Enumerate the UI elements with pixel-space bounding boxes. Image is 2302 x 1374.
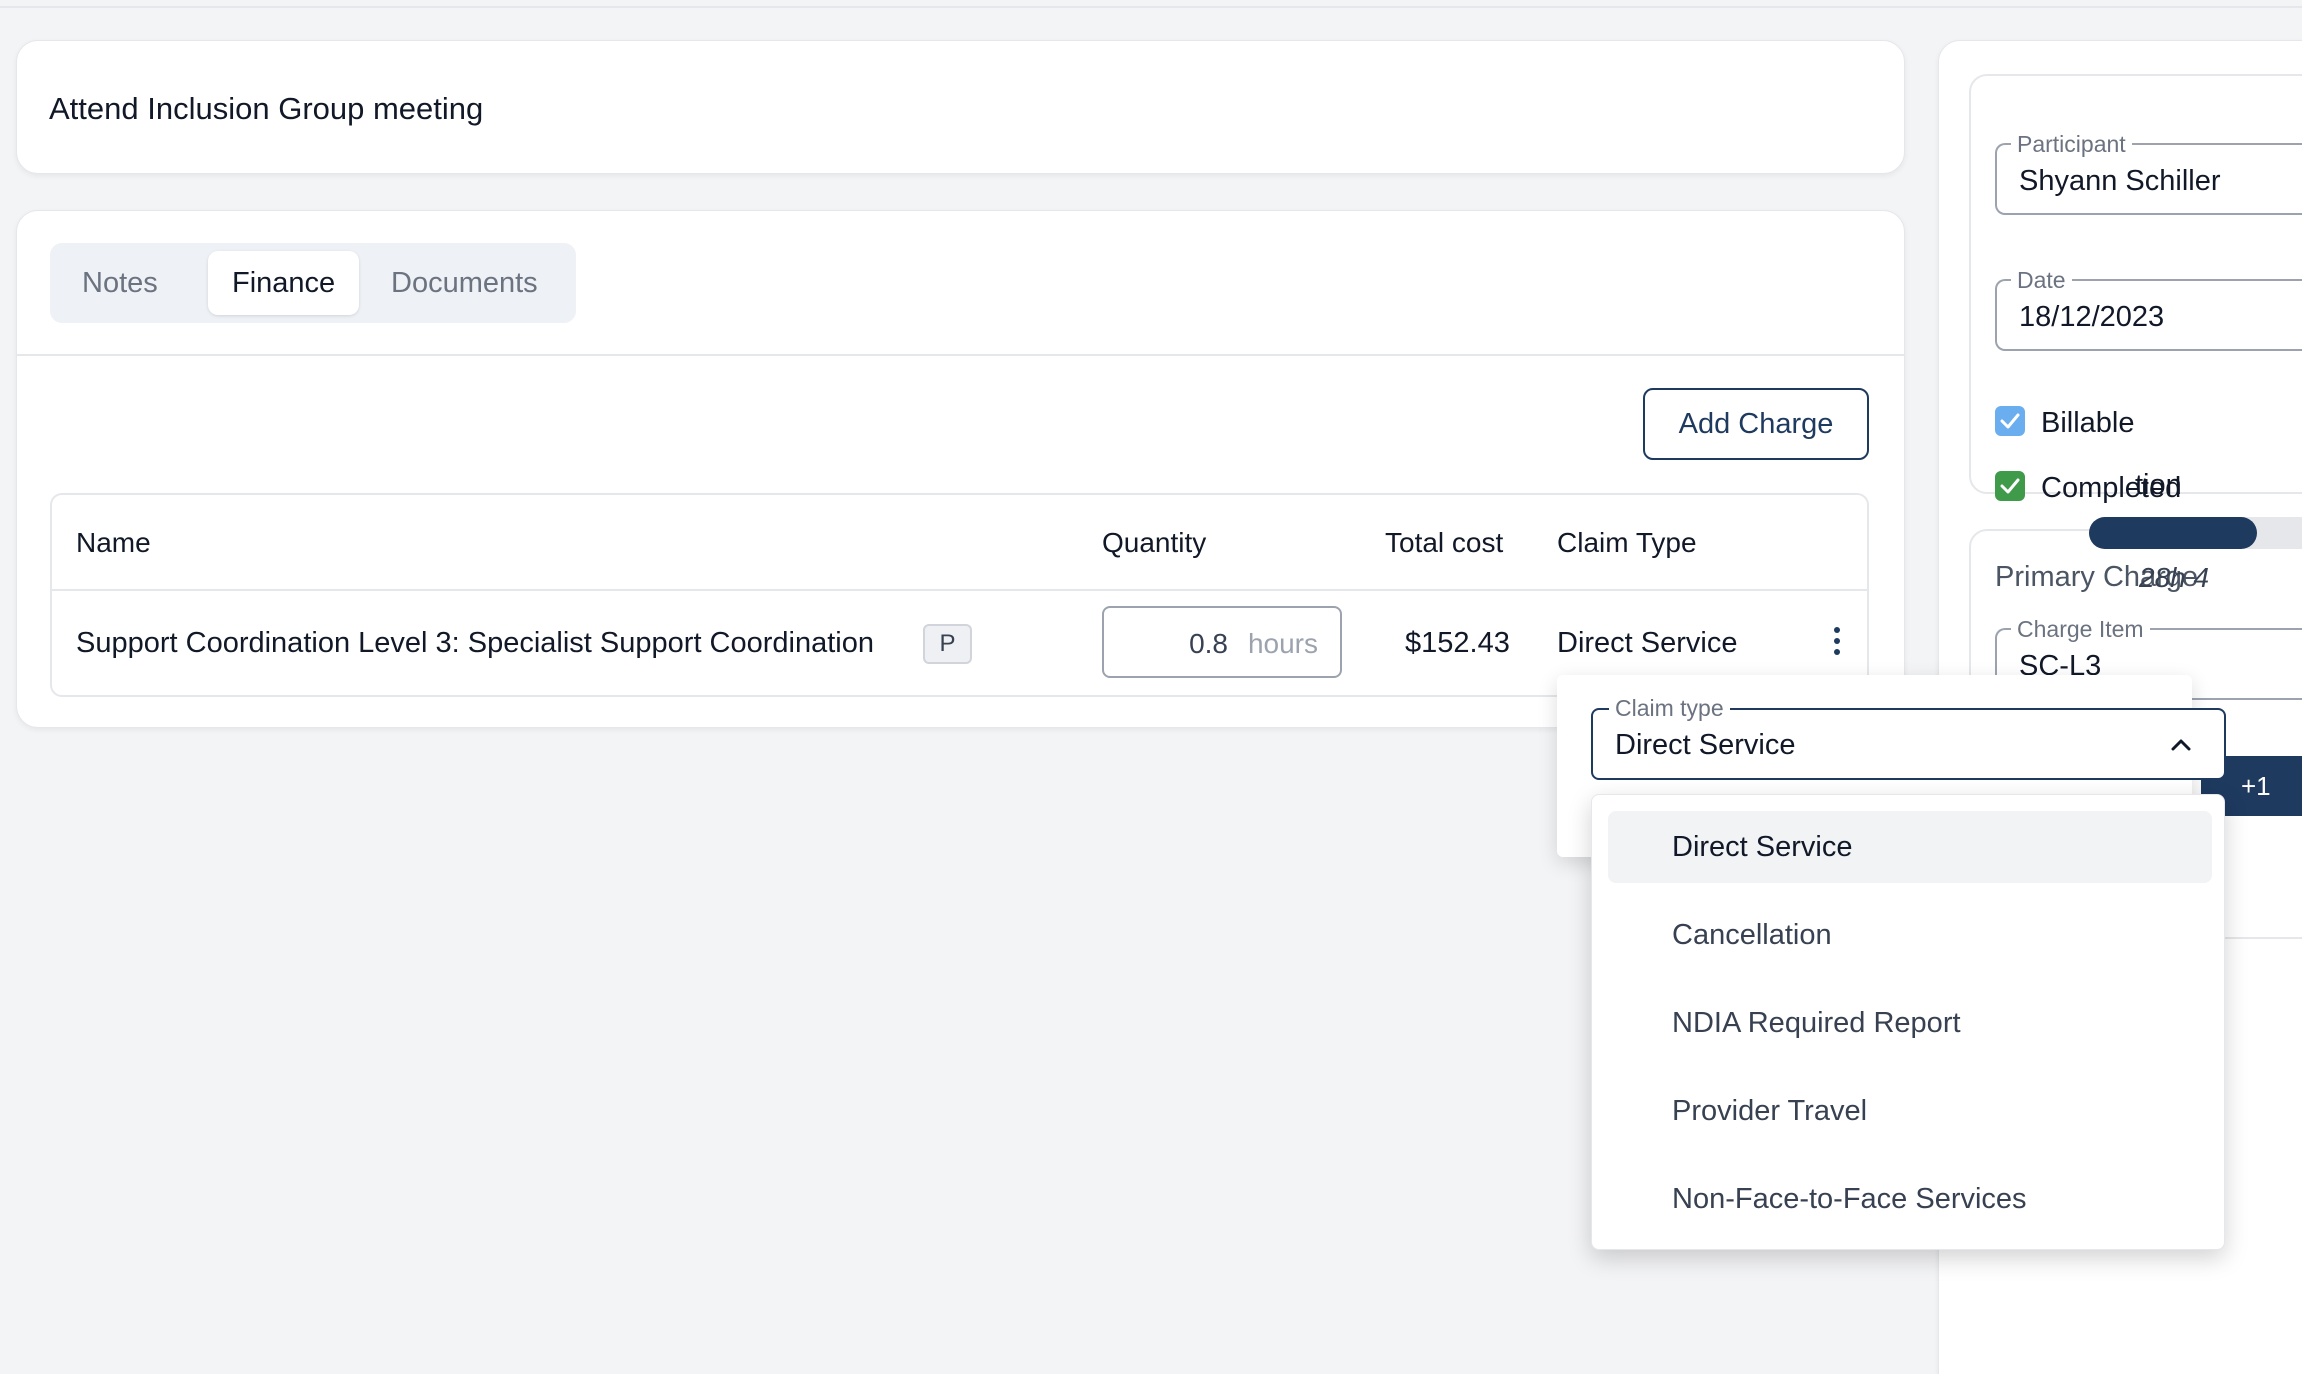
option-non-face-to-face[interactable]: Non-Face-to-Face Services [1608, 1163, 2212, 1235]
participant-field[interactable]: Participant Shyann Schiller [1995, 131, 2302, 215]
add-charge-button[interactable]: Add Charge [1643, 388, 1869, 460]
page-title: Attend Inclusion Group meeting [49, 91, 484, 126]
option-cancellation[interactable]: Cancellation [1608, 899, 2212, 971]
hours-progress-bar [2089, 517, 2302, 549]
table-header: Name Quantity Total cost Claim Type [52, 495, 1867, 591]
date-label: Date [2011, 267, 2072, 294]
more-options-icon[interactable] [1832, 627, 1842, 661]
claim-type-selected: Direct Service [1615, 729, 1796, 761]
total-cost-value: $152.43 [1405, 627, 1510, 659]
tab-bar: Notes Finance Documents [50, 243, 576, 323]
charge-item-label: Charge Item [2011, 616, 2150, 643]
date-field[interactable]: Date 18/12/2023 [1995, 267, 2302, 351]
tab-divider [17, 354, 1904, 356]
column-header-claim-type: Claim Type [1557, 527, 1697, 558]
option-provider-travel[interactable]: Provider Travel [1608, 1075, 2212, 1147]
chevron-up-icon [2168, 732, 2194, 763]
details-panel: Participant Shyann Schiller Date 18/12/2… [1969, 74, 2302, 504]
quantity-value: 0.8 [1189, 628, 1228, 659]
participant-label: Participant [2011, 131, 2132, 158]
title-card: Attend Inclusion Group meeting [16, 40, 1905, 174]
option-ndia-required-report[interactable]: NDIA Required Report [1608, 987, 2212, 1059]
hours-remaining-text: 28h 4 [2139, 562, 2210, 593]
quantity-input[interactable]: 0.8 hours [1102, 606, 1342, 678]
date-value: 18/12/2023 [2019, 301, 2165, 333]
option-direct-service[interactable]: Direct Service [1608, 811, 2212, 883]
claim-type-menu: Direct Service Cancellation NDIA Require… [1591, 794, 2225, 1250]
column-header-quantity: Quantity [1102, 527, 1207, 558]
completed-checkbox[interactable] [1995, 471, 2025, 501]
billable-label: Billable [2041, 407, 2135, 439]
tab-documents[interactable]: Documents [367, 251, 562, 315]
billable-checkbox[interactable] [1995, 406, 2025, 436]
column-header-total-cost: Total cost [1385, 527, 1504, 558]
price-badge: P [923, 624, 972, 664]
top-divider [0, 6, 2302, 8]
tab-notes[interactable]: Notes [58, 251, 182, 315]
participant-value: Shyann Schiller [2019, 165, 2221, 197]
charges-table: Name Quantity Total cost Claim Type Supp… [50, 493, 1869, 697]
partial-label: tion [2135, 469, 2182, 501]
tab-finance[interactable]: Finance [208, 251, 360, 315]
charge-name: Support Coordination Level 3: Specialist… [76, 627, 874, 659]
claim-type-select[interactable]: Claim type Direct Service [1591, 695, 2226, 780]
main-card: Notes Finance Documents Add Charge Name … [16, 210, 1905, 728]
claim-type-label: Claim type [1609, 695, 1730, 722]
claim-type-value: Direct Service [1557, 627, 1738, 659]
column-header-name: Name [76, 527, 151, 558]
quantity-unit: hours [1247, 628, 1318, 659]
progress-fill [2089, 517, 2257, 549]
